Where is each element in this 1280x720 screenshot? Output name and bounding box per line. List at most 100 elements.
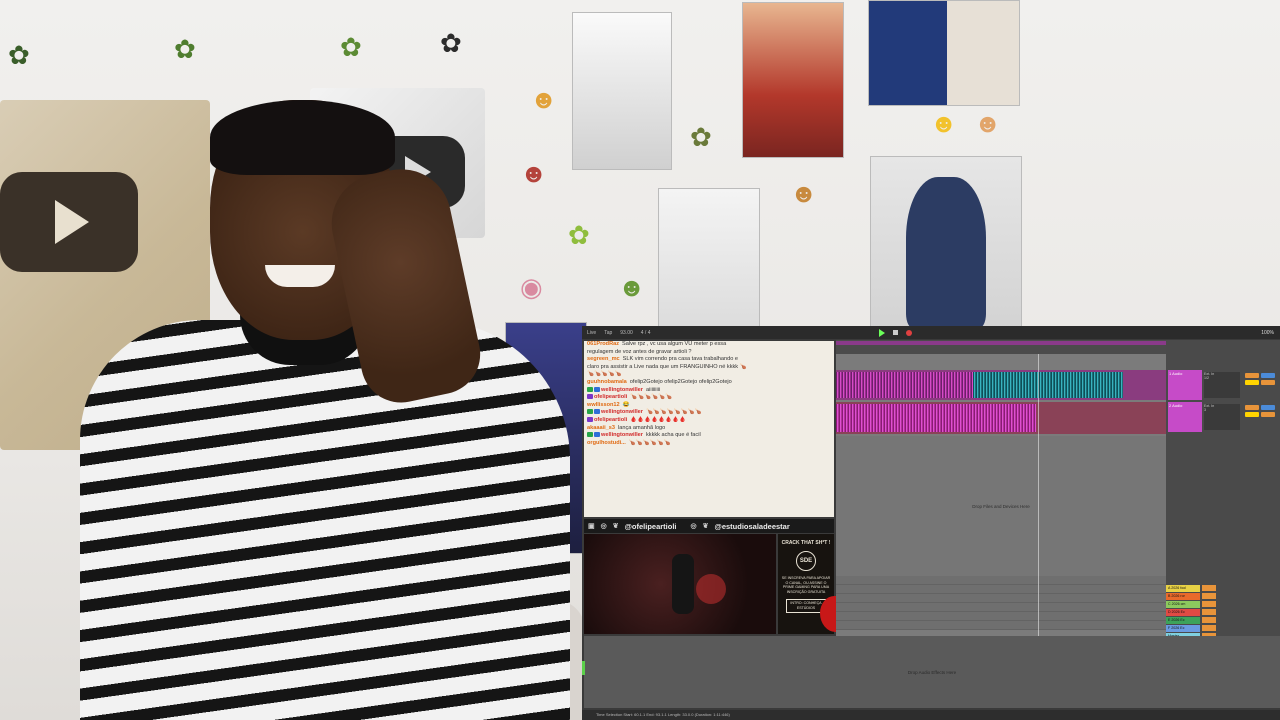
cartoon-sticker-icon: ☻ xyxy=(930,108,958,138)
mixer-track-2: 2 Audio Ext. In 3 xyxy=(1166,402,1280,432)
red-light xyxy=(696,574,726,604)
leaf-sticker-icon: ✿ xyxy=(8,40,30,70)
chat-badge-icon xyxy=(587,386,593,392)
chat-badge-icon xyxy=(587,416,593,422)
track-io[interactable]: Ext. In 1/2 xyxy=(1204,372,1240,398)
audio-clip[interactable] xyxy=(836,372,973,398)
chat-text: lança amanhã logo xyxy=(618,424,666,431)
promo-crack-text: CRACK THAT SH*T ! xyxy=(781,540,831,546)
record-icon[interactable] xyxy=(905,329,912,336)
striped-shirt xyxy=(80,320,570,720)
time-signature-field[interactable]: 4 / 4 xyxy=(641,330,651,336)
chat-text: 🍗🍗🍗🍗🍗🍗 xyxy=(630,394,673,401)
chat-message: guuhnobamala ofelip2Gotejo ofelip2Gotejo … xyxy=(584,379,834,387)
chat-username: ofelipeartioli xyxy=(594,394,628,401)
audio-track-1[interactable] xyxy=(836,370,1166,400)
return-track[interactable]: F 2026 Ec xyxy=(1166,624,1280,632)
twitter-icon: ❦ xyxy=(702,523,709,530)
chat-username: segreen_mc xyxy=(587,356,620,363)
return-track[interactable]: D 2026 Ec xyxy=(1166,608,1280,616)
track-name[interactable]: 1 Audio xyxy=(1168,370,1202,400)
chat-badge-icon xyxy=(587,409,593,415)
stop-icon[interactable] xyxy=(892,330,898,335)
daw-window: Live Tap 93.00 4 / 4 100% 061ProdRaz Salv… xyxy=(582,326,1280,720)
audio-clip[interactable] xyxy=(836,404,1036,432)
app-menu-label[interactable]: Live xyxy=(587,330,596,336)
chat-message: regulagem de voz antes de gravar artioli… xyxy=(584,349,834,357)
chat-text: 🍗🍗🍗🍗🍗🍗🍗🍗 xyxy=(645,409,702,416)
chat-username: akaaaii_s3 xyxy=(587,424,615,431)
return-tracks-list: A 2026 fool B 2026 ror C 2026 cm D 2026 … xyxy=(1166,584,1280,640)
promo-description: SE INSCREVA PARA APOIAR O CANAL, OU ASSI… xyxy=(781,576,831,594)
leaf-sticker-icon: ✿ xyxy=(174,34,196,64)
loop-brace[interactable] xyxy=(836,341,1166,345)
chat-text: claro pra assistir a Live nada que um FR… xyxy=(587,363,747,370)
chat-username: wellingtonwiller xyxy=(601,409,643,416)
chat-message: 061ProdRaz Salve rpz , vc usa algum VU me… xyxy=(584,341,834,349)
chat-message: wellingtonwiller 🍗🍗🍗🍗🍗🍗🍗🍗 xyxy=(584,409,834,417)
track-buttons xyxy=(1244,404,1278,430)
goku-poster xyxy=(870,156,1022,330)
arm-button[interactable] xyxy=(1245,380,1259,385)
monitor-button[interactable] xyxy=(1261,412,1275,417)
chat-message: akaaaii_s3 lança amanhã logo xyxy=(584,425,834,433)
playhead[interactable] xyxy=(1038,354,1039,636)
track-buttons xyxy=(1244,372,1278,398)
solo-button[interactable] xyxy=(1261,405,1275,410)
device-view[interactable]: Drop Audio Effects Here xyxy=(584,636,1280,708)
chat-username: wwllisson12 xyxy=(587,401,620,408)
drop-effects-label: Drop Audio Effects Here xyxy=(907,669,957,675)
rick-poster xyxy=(658,188,760,330)
social-handles-bar: ▣ ◎ ❦ @ofelipeartioli ◎ ❦ @estudiosalade… xyxy=(584,519,834,533)
chat-text: SLK vim correndo pra casa tava trabalhan… xyxy=(622,356,739,363)
track-name[interactable]: 2 Audio xyxy=(1168,402,1202,432)
mixer-track-1: 1 Audio Ext. In 1/2 xyxy=(1166,370,1280,400)
return-track[interactable]: C 2026 cm xyxy=(1166,600,1280,608)
sde-logo: SDE xyxy=(796,551,816,571)
drop-files-area[interactable]: Drop Files and Devices Here xyxy=(836,436,1166,576)
chat-overlay: 061ProdRaz Salve rpz , vc usa algum VU me… xyxy=(584,341,834,517)
mixer-section: 1 Audio Ext. In 1/2 2 Audio Ext. In 3 A … xyxy=(1166,340,1280,640)
track-io[interactable]: Ext. In 3 xyxy=(1204,404,1240,430)
return-tracks-lanes[interactable] xyxy=(836,576,1166,630)
chat-text: 🩸🩸🩸🩸🩸🩸🩸🩸 xyxy=(630,416,686,423)
monitor-button[interactable] xyxy=(1261,380,1275,385)
chat-text: 😂 xyxy=(622,401,630,408)
audio-clip-selected[interactable] xyxy=(973,372,1123,398)
audio-track-2[interactable] xyxy=(836,402,1166,434)
return-track[interactable]: E 2026 Ec xyxy=(1166,616,1280,624)
chat-text: regulagem de voz antes de gravar artioli… xyxy=(587,348,692,355)
input-channel: 1/2 xyxy=(1204,376,1209,380)
solo-button[interactable] xyxy=(1261,373,1275,378)
chat-text: kkkkk acha que é facil xyxy=(645,432,701,439)
return-track[interactable]: A 2026 fool xyxy=(1166,584,1280,592)
comic-poster xyxy=(868,0,1020,106)
microphone xyxy=(672,554,694,614)
chat-text: aiiiiiiiii xyxy=(645,386,661,393)
tap-tempo-button[interactable]: Tap xyxy=(604,330,612,336)
chat-username: guuhnobamala xyxy=(587,378,627,385)
cartoon-sticker-icon: ☻ xyxy=(618,272,646,302)
chat-badge-icon xyxy=(594,432,600,438)
tempo-field[interactable]: 93.00 xyxy=(620,330,633,336)
harley-poster xyxy=(742,2,844,158)
social-handle-2: @estudiosaladeestar xyxy=(714,521,790,531)
studio-webcam-feed xyxy=(584,534,776,634)
arm-button[interactable] xyxy=(1245,412,1259,417)
chat-username: orgulhostudi... xyxy=(587,439,626,446)
activator-button[interactable] xyxy=(1245,373,1259,378)
chat-message: segreen_mc SLK vim correndo pra casa tava… xyxy=(584,356,834,364)
return-track[interactable]: B 2026 ror xyxy=(1166,592,1280,600)
status-bar: Time Selection Start: 60.1.1 End: 93.1.1… xyxy=(582,710,1280,720)
activator-button[interactable] xyxy=(1245,405,1259,410)
daw-control-bar: Live Tap 93.00 4 / 4 100% xyxy=(582,326,1280,339)
chat-username: ofelipeartioli xyxy=(594,416,628,423)
arrangement-view[interactable]: Drop Files and Devices Here xyxy=(836,340,1166,636)
cpu-meter: 100% xyxy=(1261,329,1274,336)
chat-badge-icon xyxy=(587,432,593,438)
play-icon[interactable] xyxy=(878,328,885,337)
timeline-ruler[interactable] xyxy=(836,340,1166,354)
chat-message: 🍗🍗🍗🍗🍗 xyxy=(584,371,834,379)
device-indicator xyxy=(582,661,585,675)
hair xyxy=(210,100,395,175)
